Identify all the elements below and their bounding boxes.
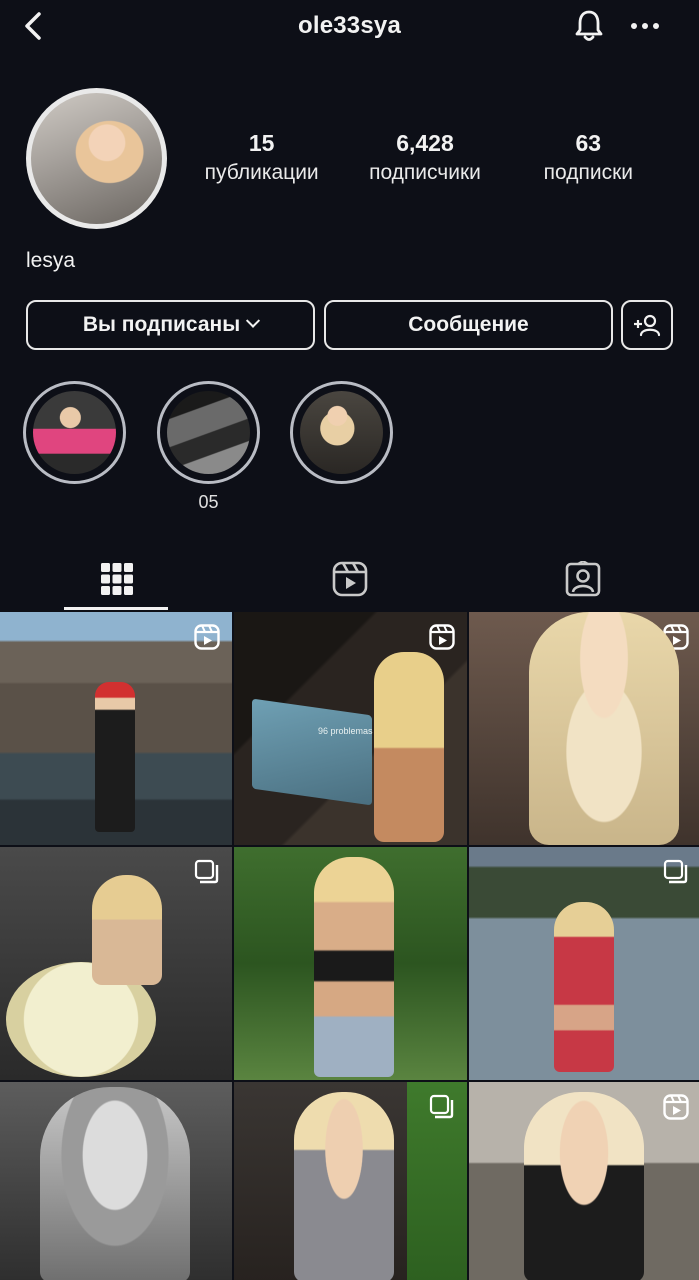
stat-followers[interactable]: 6,428 подписчики [350, 130, 500, 185]
post-thumbnail[interactable] [469, 847, 699, 1080]
more-horizontal-icon[interactable] [627, 8, 663, 44]
carousel-badge-icon [194, 859, 219, 884]
tab-posts[interactable] [0, 548, 233, 610]
top-bar: ole33sya [0, 0, 699, 52]
post-thumbnail[interactable] [234, 1082, 467, 1280]
chevron-down-icon [246, 313, 261, 328]
post-thumbnail[interactable] [234, 847, 467, 1080]
carousel-badge-icon [429, 1094, 454, 1119]
post-thumbnail[interactable] [469, 1082, 699, 1280]
post-thumbnail[interactable] [469, 612, 699, 845]
suggest-people-button[interactable] [621, 300, 673, 350]
active-tab-indicator [64, 607, 168, 610]
tab-reels[interactable] [233, 548, 466, 610]
stat-posts-count: 15 [248, 130, 275, 156]
post-thumbnail[interactable] [0, 1082, 232, 1280]
stat-following-count: 63 [575, 130, 602, 156]
reel-badge-icon [194, 624, 220, 650]
highlight-cover [33, 391, 116, 474]
message-button[interactable]: Сообщение [324, 300, 613, 350]
stat-following-label: подписки [543, 161, 633, 184]
profile-tabs [0, 548, 699, 610]
reels-icon [332, 561, 367, 597]
message-button-label: Сообщение [408, 313, 529, 336]
profile-stats: 15 публикации 6,428 подписчики 63 подпис… [180, 130, 670, 185]
stat-posts[interactable]: 15 публикации [187, 130, 337, 185]
posts-grid: 96 problemas [0, 612, 699, 1280]
story-highlight[interactable] [23, 381, 126, 484]
story-highlight[interactable] [157, 381, 260, 484]
grid-icon [100, 563, 133, 595]
reel-badge-icon [429, 624, 455, 650]
tagged-person-icon [565, 561, 600, 597]
post-thumbnail[interactable] [0, 847, 232, 1080]
reel-badge-icon [663, 624, 689, 650]
profile-avatar[interactable] [26, 88, 167, 229]
highlight-label: 05 [198, 492, 219, 512]
highlight-cover [300, 391, 383, 474]
story-highlight[interactable] [290, 381, 393, 484]
post-thumbnail[interactable]: 96 problemas [234, 612, 467, 845]
stat-followers-label: подписчики [369, 161, 481, 184]
add-person-icon [634, 314, 661, 337]
stat-followers-count: 6,428 [396, 130, 454, 156]
tab-tagged[interactable] [466, 548, 699, 610]
stat-posts-label: публикации [204, 161, 319, 184]
post-caption-overlay: 96 problemas [318, 726, 373, 736]
display-name: lesya [26, 249, 76, 272]
carousel-badge-icon [663, 859, 688, 884]
stat-following[interactable]: 63 подписки [513, 130, 663, 185]
following-button[interactable]: Вы подписаны [26, 300, 315, 350]
avatar-image [31, 93, 162, 224]
post-thumbnail[interactable] [0, 612, 232, 845]
reel-badge-icon [663, 1094, 689, 1120]
bell-icon[interactable] [571, 8, 607, 44]
highlight-cover [167, 391, 250, 474]
following-button-label: Вы подписаны [82, 313, 241, 336]
